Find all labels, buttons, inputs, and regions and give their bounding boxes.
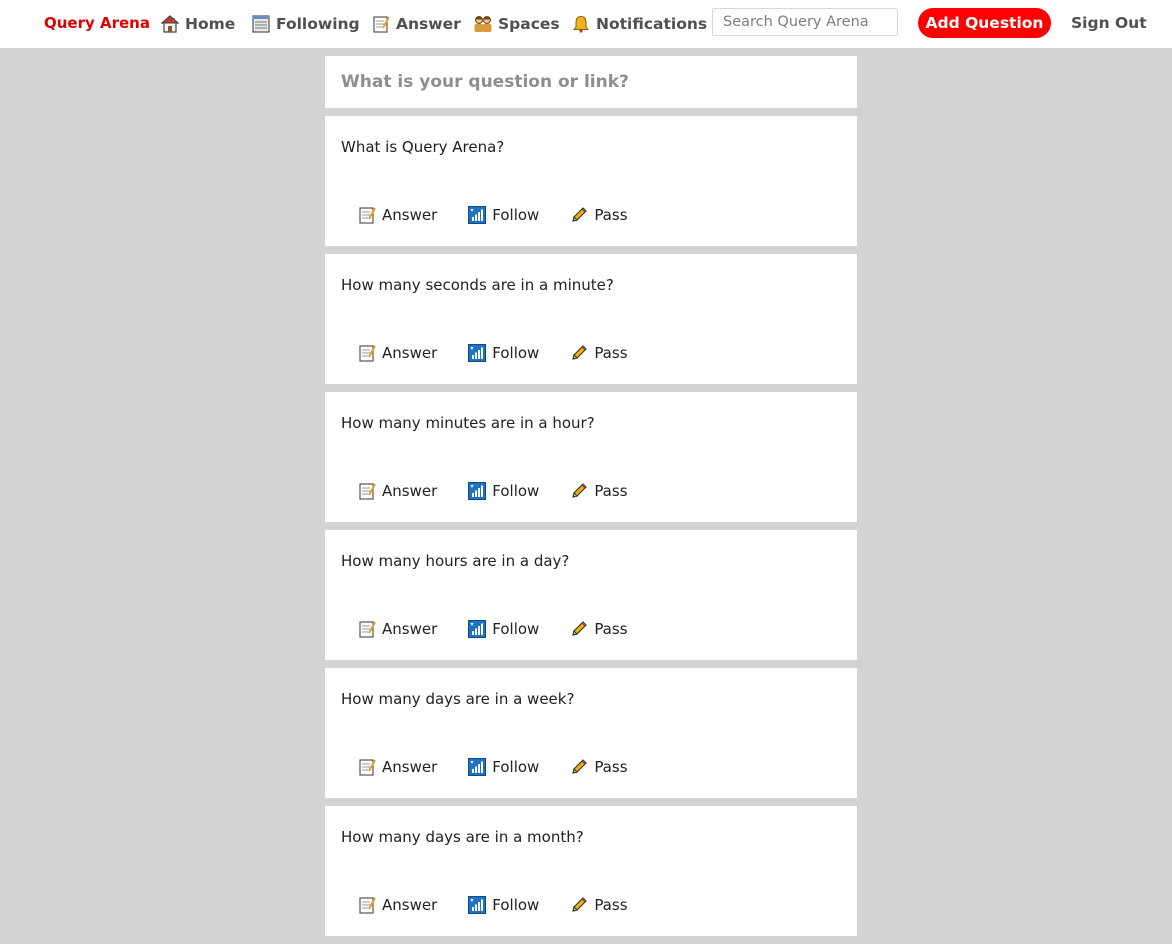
follow-button[interactable]: Follow [467, 343, 539, 363]
follow-button[interactable]: Follow [467, 895, 539, 915]
follow-label: Follow [492, 344, 540, 362]
pencil-icon [569, 619, 589, 639]
pass-button[interactable]: Pass [569, 619, 628, 639]
follow-label: Follow [492, 206, 540, 224]
question-text[interactable]: What is Query Arena? [341, 138, 504, 156]
signal-bars-icon [467, 343, 487, 363]
pass-button[interactable]: Pass [569, 895, 628, 915]
signal-bars-icon [467, 619, 487, 639]
pass-button[interactable]: Pass [569, 343, 628, 363]
add-question-button[interactable]: Add Question [918, 8, 1051, 38]
pencil-icon [569, 205, 589, 225]
memo-icon [371, 14, 391, 34]
sign-out-link[interactable]: Sign Out [1071, 14, 1147, 32]
answer-label: Answer [382, 620, 438, 638]
question-text[interactable]: How many seconds are in a minute? [341, 276, 614, 294]
question-card: How many minutes are in a hour? Answer F… [325, 392, 857, 522]
nav-notifications-label: Notifications [596, 15, 708, 33]
question-actions: Answer Follow Pass [357, 895, 658, 915]
question-text[interactable]: How many hours are in a day? [341, 552, 569, 570]
follow-button[interactable]: Follow [467, 757, 539, 777]
answer-button[interactable]: Answer [357, 343, 437, 363]
follow-label: Follow [492, 896, 540, 914]
question-card: What is Query Arena? Answer Follow Pass [325, 116, 857, 246]
memo-icon [357, 619, 377, 639]
pass-button[interactable]: Pass [569, 205, 628, 225]
memo-icon [357, 481, 377, 501]
nav-home-label: Home [185, 15, 236, 33]
search-input[interactable] [712, 8, 898, 36]
follow-button[interactable]: Follow [467, 205, 539, 225]
brand-logo[interactable]: Query Arena [44, 14, 150, 32]
question-feed: What is Query Arena? Answer [325, 56, 857, 944]
question-actions: Answer Follow Pass [357, 757, 658, 777]
answer-label: Answer [382, 344, 438, 362]
pass-button[interactable]: Pass [569, 757, 628, 777]
nav-spaces[interactable]: Spaces [473, 12, 560, 36]
question-actions: Answer Follow Pass [357, 205, 658, 225]
question-text[interactable]: How many days are in a week? [341, 690, 574, 708]
signal-bars-icon [467, 205, 487, 225]
nav-spaces-label: Spaces [498, 15, 560, 33]
ask-question-input[interactable] [341, 72, 841, 92]
pencil-icon [569, 481, 589, 501]
follow-label: Follow [492, 482, 540, 500]
answer-button[interactable]: Answer [357, 895, 437, 915]
memo-icon [357, 895, 377, 915]
bell-icon [571, 14, 591, 34]
pencil-icon [569, 343, 589, 363]
pass-label: Pass [594, 344, 628, 362]
memo-icon [357, 205, 377, 225]
question-card: How many seconds are in a minute? Answer [325, 254, 857, 384]
answer-button[interactable]: Answer [357, 205, 437, 225]
house-icon [160, 14, 180, 34]
pass-label: Pass [594, 620, 628, 638]
answer-label: Answer [382, 482, 438, 500]
question-text[interactable]: How many days are in a month? [341, 828, 584, 846]
pass-label: Pass [594, 482, 628, 500]
nav-following-label: Following [276, 15, 360, 33]
answer-label: Answer [382, 206, 438, 224]
question-text[interactable]: How many minutes are in a hour? [341, 414, 595, 432]
question-card: How many hours are in a day? Answer Foll… [325, 530, 857, 660]
pass-button[interactable]: Pass [569, 481, 628, 501]
memo-icon [357, 757, 377, 777]
nav-answer-label: Answer [396, 15, 461, 33]
pass-label: Pass [594, 758, 628, 776]
follow-button[interactable]: Follow [467, 481, 539, 501]
answer-button[interactable]: Answer [357, 481, 437, 501]
question-card: How many days are in a month? Answer Fol… [325, 806, 857, 936]
nav-notifications[interactable]: Notifications [571, 12, 707, 36]
people-icon [473, 14, 493, 34]
question-actions: Answer Follow Pass [357, 481, 658, 501]
answer-button[interactable]: Answer [357, 619, 437, 639]
question-actions: Answer Follow Pass [357, 619, 658, 639]
pencil-icon [569, 895, 589, 915]
pencil-icon [569, 757, 589, 777]
questions-list: What is Query Arena? Answer Follow Pass … [325, 116, 857, 936]
pass-label: Pass [594, 896, 628, 914]
signal-bars-icon [467, 895, 487, 915]
follow-button[interactable]: Follow [467, 619, 539, 639]
follow-label: Follow [492, 758, 540, 776]
nav-answer[interactable]: Answer [371, 12, 461, 36]
ask-question-card [325, 56, 857, 108]
question-actions: Answer Follow Pass [357, 343, 658, 363]
answer-button[interactable]: Answer [357, 757, 437, 777]
signal-bars-icon [467, 757, 487, 777]
memo-icon [357, 343, 377, 363]
follow-label: Follow [492, 620, 540, 638]
question-card: How many days are in a week? Answer Foll… [325, 668, 857, 798]
nav-following[interactable]: Following [251, 12, 360, 36]
newspaper-icon [251, 14, 271, 34]
pass-label: Pass [594, 206, 628, 224]
answer-label: Answer [382, 896, 438, 914]
answer-label: Answer [382, 758, 438, 776]
nav-home[interactable]: Home [160, 12, 235, 36]
signal-bars-icon [467, 481, 487, 501]
top-navbar: Query Arena Home Following Answer Spaces… [0, 0, 1172, 48]
